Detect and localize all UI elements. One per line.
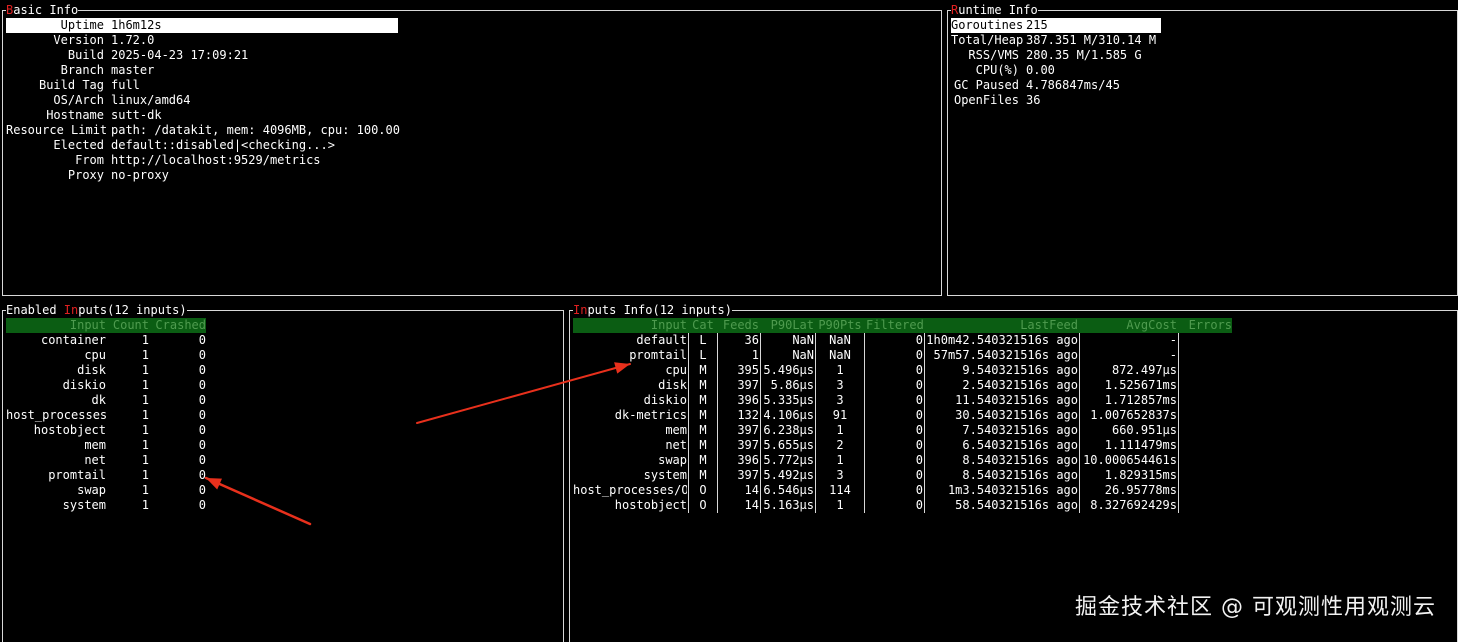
annotation-arrow-head	[206, 478, 222, 490]
annotation-arrow-head	[614, 362, 630, 374]
annotation-arrow-line	[204, 476, 312, 526]
watermark: 掘金技术社区 @ 可观测性用观测云	[1075, 595, 1436, 620]
annotation-arrow-line	[416, 363, 631, 424]
annotation-arrows	[204, 362, 631, 526]
